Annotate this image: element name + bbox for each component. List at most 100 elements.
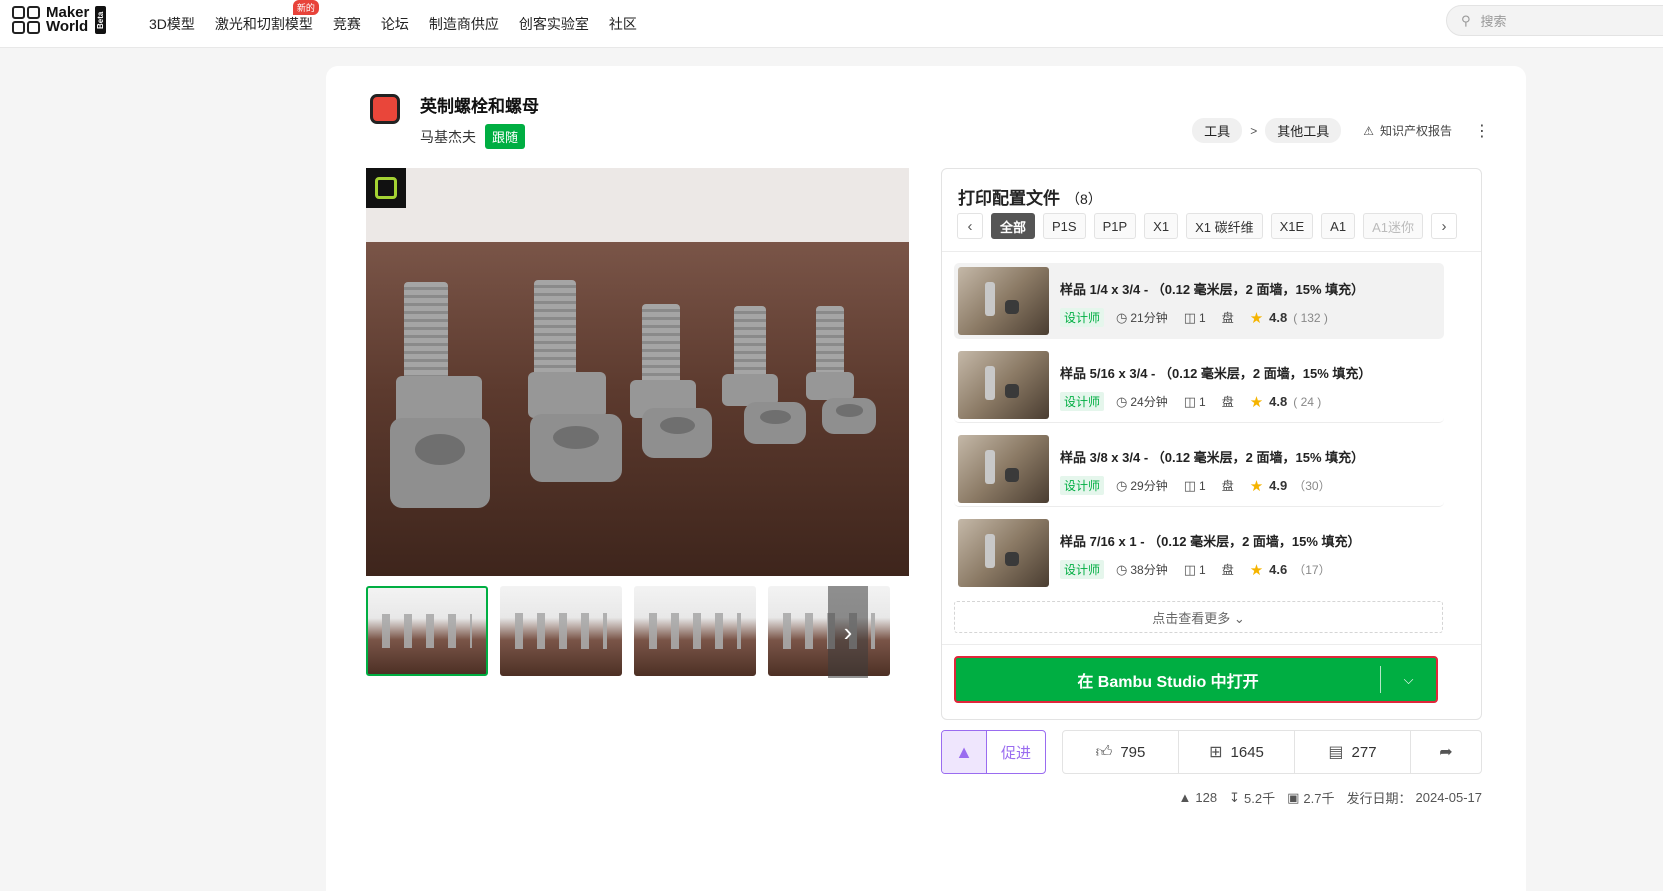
filter-a1[interactable]: A1 <box>1321 213 1356 239</box>
profile-item[interactable]: 样品 5/16 x 3/4 - （0.12 毫米层，2 面墙，15% 填充） 设… <box>954 347 1444 423</box>
plate-icon: ◫ <box>1183 309 1197 325</box>
nav-link-forum[interactable]: 论坛 <box>381 14 409 34</box>
designer-badge: 设计师 <box>1060 476 1105 495</box>
filter-next-chevron-icon[interactable]: › <box>1430 213 1457 239</box>
filter-x1[interactable]: X1 <box>1144 213 1179 239</box>
thumbnail-1[interactable] <box>366 586 488 676</box>
thumbnail-2[interactable] <box>500 586 622 676</box>
breadcrumb-tools[interactable]: 工具 <box>1192 118 1243 143</box>
report-icon: ⚠ <box>1363 123 1374 138</box>
beta-badge: Beta <box>95 6 107 34</box>
open-in-bambu-studio-button[interactable]: 在 Bambu Studio 中打开 ⌵ <box>954 656 1438 703</box>
chevron-down-icon[interactable]: ⌵ <box>1381 658 1436 701</box>
logo-wordmark: Maker World <box>46 4 90 35</box>
top-navigation: Maker World Beta 3D模型 激光和切割模型 新的 竞赛 论坛 制… <box>0 0 1663 48</box>
profile-thumbnail <box>958 519 1049 587</box>
rating-count: ( 24 ) <box>1293 394 1322 409</box>
divider <box>942 251 1481 252</box>
rocket-icon: ▲ <box>942 731 987 773</box>
filter-x1e[interactable]: X1E <box>1270 213 1314 239</box>
rating-count: （17） <box>1293 563 1331 577</box>
engagement-bar: 👍︎ 795 ⊞ 1645 ▤ 277 ➦ <box>1062 730 1482 774</box>
filter-p1p[interactable]: P1P <box>1093 213 1137 239</box>
plate-unit: 盘 <box>1221 563 1234 577</box>
filter-p1s[interactable]: P1S <box>1043 213 1086 239</box>
search-input[interactable]: ⚲ 搜索 <box>1446 5 1663 36</box>
nav-link-maker-supply[interactable]: 制造商供应 <box>429 14 499 34</box>
filter-prev-chevron-icon[interactable]: ‹ <box>957 213 983 239</box>
rating-value: 4.9 <box>1269 478 1288 493</box>
rating-value: 4.8 <box>1269 310 1288 325</box>
like-button[interactable]: 👍︎ 795 <box>1063 731 1179 773</box>
clock-icon: ◷ <box>1116 309 1128 325</box>
share-button[interactable]: ➦ <box>1411 731 1481 773</box>
boost-label: 促进 <box>1000 744 1031 762</box>
nav-link-3d-models[interactable]: 3D模型 <box>149 14 195 34</box>
plate-count: 1 <box>1199 394 1206 409</box>
open-in-bambu-studio-label: 在 Bambu Studio 中打开 <box>1077 673 1259 691</box>
boost-button[interactable]: ▲ 促进 <box>941 730 1046 774</box>
print-time: 29分钟 <box>1130 479 1168 493</box>
nav-link-laser-cutting[interactable]: 激光和切割模型 新的 <box>214 0 319 34</box>
collect-count: 1645 <box>1230 743 1264 761</box>
profile-thumbnail <box>958 351 1049 419</box>
main-nav-links: 3D模型 激光和切割模型 新的 竞赛 论坛 制造商供应 创客实验室 社区 <box>149 0 637 34</box>
search-icon: ⚲ <box>1461 12 1471 28</box>
thumbnail-next-chevron-icon[interactable]: › <box>828 586 868 678</box>
nav-link-community[interactable]: 社区 <box>609 14 637 34</box>
rating-value: 4.8 <box>1269 394 1288 409</box>
print-profiles-title: 打印配置文件 （8） <box>958 189 1102 208</box>
profile-title: 样品 3/8 x 3/4 - （0.12 毫米层，2 面墙，15% 填充） <box>1060 450 1365 465</box>
profile-thumbnail <box>958 435 1049 503</box>
filter-all[interactable]: 全部 <box>991 213 1036 239</box>
nav-link-laser-cutting-label: 激光和切割模型 <box>214 16 313 32</box>
collect-icon: ⊞ <box>1209 744 1223 761</box>
profile-item[interactable]: 样品 1/4 x 3/4 - （0.12 毫米层，2 面墙，15% 填充） 设计… <box>954 263 1444 339</box>
filter-a1-mini[interactable]: A1迷你 <box>1363 213 1423 239</box>
author-name[interactable]: 马基杰夫 <box>420 127 476 147</box>
print-time: 24分钟 <box>1130 395 1168 409</box>
filter-x1-carbon[interactable]: X1 碳纤维 <box>1186 213 1263 239</box>
designer-badge: 设计师 <box>1060 560 1105 579</box>
release-date: 2024-05-17 <box>1415 790 1483 805</box>
follow-button[interactable]: 跟随 <box>485 124 526 149</box>
model-title: 英制螺栓和螺母 <box>420 97 539 116</box>
print-profiles-count: （8） <box>1066 191 1102 207</box>
model-detail-card: 英制螺栓和螺母 马基杰夫 跟随 工具 > 其他工具 ⚠ 知识产权报告 ⋮ › 打… <box>326 66 1526 891</box>
nav-link-maker-lab[interactable]: 创客实验室 <box>519 14 589 34</box>
plate-count: 1 <box>1199 310 1206 325</box>
comment-button[interactable]: ▤ 277 <box>1295 731 1411 773</box>
collect-button[interactable]: ⊞ 1645 <box>1179 731 1295 773</box>
plate-icon: ◫ <box>1183 477 1197 493</box>
breadcrumb-other-tools[interactable]: 其他工具 <box>1265 118 1342 143</box>
thumbs-up-icon: 👍︎ <box>1095 743 1113 761</box>
breadcrumb-separator: > <box>1250 123 1258 138</box>
ip-report-link[interactable]: ⚠ 知识产权报告 <box>1363 122 1452 139</box>
plate-unit: 盘 <box>1221 479 1234 493</box>
printer-filter-row: ‹ 全部 P1S P1P X1 X1 碳纤维 X1E A1 A1迷你 › <box>957 213 1457 239</box>
new-badge: 新的 <box>292 0 319 15</box>
makerworld-logo[interactable]: Maker World Beta <box>12 4 107 35</box>
thumbnail-strip <box>366 586 890 676</box>
plate-unit: 盘 <box>1221 395 1234 409</box>
double-chevron-down-icon: ⌄ <box>1233 610 1245 626</box>
release-date-label: 发行日期： <box>1346 791 1412 806</box>
boost-count: 128 <box>1195 790 1218 805</box>
profile-thumbnail <box>958 267 1049 335</box>
logo-mark-icon <box>12 6 40 34</box>
thumbnail-3[interactable] <box>634 586 756 676</box>
more-options-icon[interactable]: ⋮ <box>1474 121 1490 141</box>
profile-title: 样品 7/16 x 1 - （0.12 毫米层，2 面墙，15% 填充） <box>1060 534 1361 549</box>
rating-count: （30） <box>1293 479 1331 493</box>
model-avatar[interactable] <box>366 90 406 130</box>
print-profiles-panel: 打印配置文件 （8） ‹ 全部 P1S P1P X1 X1 碳纤维 X1E A1 … <box>941 168 1482 720</box>
plate-count: 1 <box>1199 562 1206 577</box>
plate-icon: ◫ <box>1183 393 1197 409</box>
see-more-button[interactable]: 点击查看更多 ⌄ <box>954 601 1443 633</box>
plate-unit: 盘 <box>1221 311 1234 325</box>
divider <box>942 644 1481 645</box>
main-image[interactable] <box>366 168 909 576</box>
nav-link-contests[interactable]: 竞赛 <box>333 14 361 34</box>
profile-item[interactable]: 样品 7/16 x 1 - （0.12 毫米层，2 面墙，15% 填充） 设计师… <box>954 515 1444 591</box>
profile-item[interactable]: 样品 3/8 x 3/4 - （0.12 毫米层，2 面墙，15% 填充） 设计… <box>954 431 1444 507</box>
